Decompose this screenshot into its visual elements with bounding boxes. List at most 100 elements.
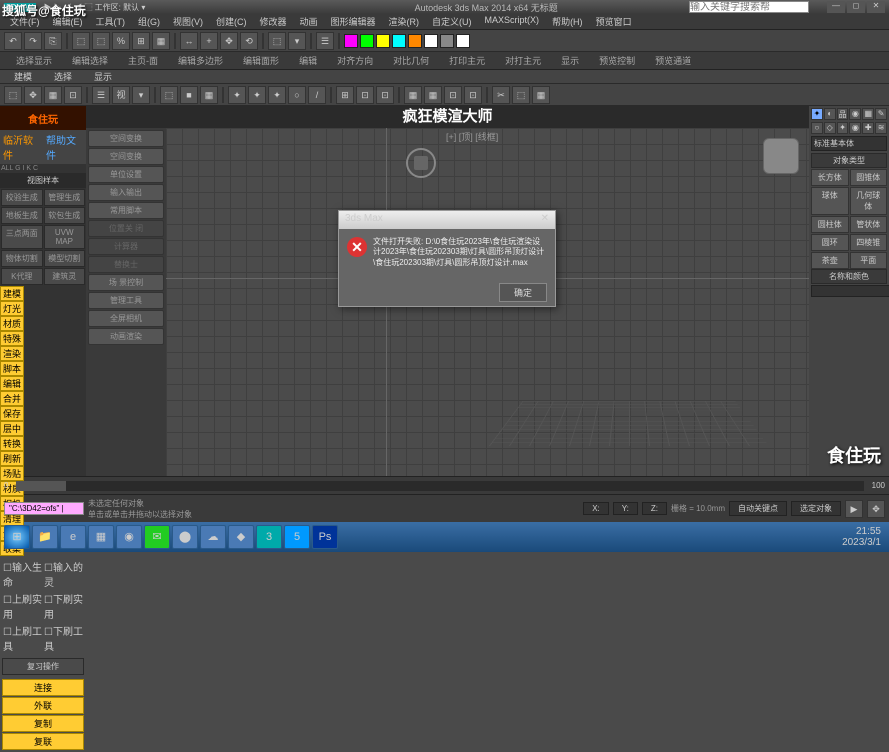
explorer-icon[interactable]: 📁 [32,525,58,549]
toolbar2-button[interactable]: ▦ [424,86,442,104]
ribbon-tab[interactable]: 主页-面 [120,52,166,69]
ribbon-tab[interactable]: 对齐方向 [329,52,381,69]
helper-icon[interactable]: ✚ [862,122,874,134]
ribbon-subtab[interactable]: 建模 [4,69,42,84]
minimize-button[interactable]: — [827,1,845,13]
ribbon-subtab[interactable]: 显示 [84,69,122,84]
check-option[interactable]: ☐下刷工具 [44,623,83,653]
ribbon-tab[interactable]: 打印主元 [441,52,493,69]
category-label[interactable]: 保存 [0,406,24,421]
menu-item[interactable]: 预览窗口 [590,14,638,29]
create-tab-icon[interactable]: ✦ [811,108,823,120]
viewport-gizmo-icon[interactable] [406,148,436,178]
mid-button[interactable]: 常用脚本 [88,202,164,219]
hierarchy-tab-icon[interactable]: 品 [837,108,849,120]
toolbar2-button[interactable]: ▦ [44,86,62,104]
toolbar2-button[interactable]: ⊞ [336,86,354,104]
app4-icon[interactable]: ◆ [228,525,254,549]
menu-item[interactable]: 自定义(U) [426,14,478,29]
mid-button[interactable]: 替换士 [88,256,164,273]
plugin-tab-2[interactable]: 帮助文件 [43,130,86,164]
help-search-input[interactable] [689,1,809,13]
start-button-icon[interactable]: ⊞ [4,525,30,549]
category-label[interactable]: 建模 [0,286,24,301]
color-swatch[interactable] [344,34,358,48]
primitive-dropdown[interactable]: 标准基本体 [811,136,887,151]
coord-y[interactable]: Y: [613,502,638,515]
mid-button[interactable]: 全屏相机 [88,310,164,327]
maxscript-listener[interactable]: "C:\3D42=ofs" | [4,502,84,515]
check-option[interactable]: ☐下刷实用 [44,591,83,621]
wechat-icon[interactable]: ✉ [144,525,170,549]
setkey-button[interactable]: 选定对象 [791,501,841,516]
plugin-grid-button[interactable]: 地板生成 [1,207,43,224]
color-swatch[interactable] [360,34,374,48]
viewport-label[interactable]: [+] [顶] [线框] [446,130,498,143]
mid-button[interactable]: 计算器 [88,238,164,255]
bottom-action-button[interactable]: 复制 [2,715,84,732]
cam-icon[interactable]: ◉ [849,122,861,134]
menu-item[interactable]: 工具(T) [90,14,132,29]
app-icon[interactable]: ▦ [88,525,114,549]
category-label[interactable]: 刷新 [0,451,24,466]
ie-icon[interactable]: e [60,525,86,549]
toolbar2-button[interactable]: ⬚ [4,86,22,104]
dialog-ok-button[interactable]: 确定 [499,283,547,302]
mid-button[interactable]: 输入输出 [88,184,164,201]
category-label[interactable]: 编辑 [0,376,24,391]
plugin-grid-button[interactable]: 物体切割 [1,250,43,267]
mid-button[interactable]: 管理工具 [88,292,164,309]
close-button[interactable]: ✕ [867,1,885,13]
mid-button[interactable]: 位置关 闭 [88,220,164,237]
nav-icon[interactable]: ✥ [867,500,885,518]
shape-icon[interactable]: ◇ [824,122,836,134]
ribbon-subtab[interactable]: 选择 [44,69,82,84]
toolbar-button[interactable]: ↷ [24,32,42,50]
toolbar-button[interactable]: + [200,32,218,50]
toolbar2-button[interactable]: ✥ [24,86,42,104]
toolbar-button[interactable]: ⬚ [72,32,90,50]
ribbon-tab[interactable]: 选择显示 [8,52,60,69]
autokey-button[interactable]: 自动关键点 [729,501,787,516]
menu-item[interactable]: 动画 [294,14,324,29]
ribbon-tab[interactable]: 编辑多边形 [170,52,231,69]
category-label[interactable]: 材质 [0,316,24,331]
primitive-button[interactable]: 茶壶 [811,252,849,269]
check-option[interactable]: ☐上刷实用 [3,591,42,621]
dialog-titlebar[interactable]: 3ds Max ✕ [339,211,555,229]
category-label[interactable]: 灯光 [0,301,24,316]
toolbar-button[interactable]: ⬚ [268,32,286,50]
ribbon-tab[interactable]: 对比几何 [385,52,437,69]
toolbar2-button[interactable]: ■ [180,86,198,104]
toolbar2-button[interactable]: ▦ [404,86,422,104]
plugin-grid-button[interactable]: UVW MAP [44,225,86,249]
toolbar-button[interactable]: ✥ [220,32,238,50]
geom-icon[interactable]: ○ [811,122,823,134]
bottom-action-button[interactable]: 外联 [2,697,84,714]
bottom-action-button[interactable]: 复联 [2,733,84,750]
toolbar2-button[interactable]: ⊡ [464,86,482,104]
mid-button[interactable]: 场 景控制 [88,274,164,291]
toolbar-button[interactable]: ↔ [180,32,198,50]
mid-button[interactable]: 空间变换 [88,130,164,147]
motion-tab-icon[interactable]: ◉ [849,108,861,120]
maximize-button[interactable]: ◻ [847,1,865,13]
toolbar2-button[interactable]: ⬚ [160,86,178,104]
ribbon-tab[interactable]: 编辑 [291,52,325,69]
category-label[interactable]: 特殊 [0,331,24,346]
toolbar-button[interactable]: ⬚ [92,32,110,50]
color-swatch[interactable] [456,34,470,48]
toolbar-button[interactable]: % [112,32,130,50]
plugin-grid-button[interactable]: 三点两面 [1,225,43,249]
play-icon[interactable]: ▶ [845,500,863,518]
category-label[interactable]: 脚本 [0,361,24,376]
toolbar2-button[interactable]: ✦ [228,86,246,104]
ribbon-tab[interactable]: 对打主元 [497,52,549,69]
bottom-action-button[interactable]: 连接 [2,679,84,696]
toolbar2-button[interactable]: ✦ [248,86,266,104]
toolbar-button[interactable]: ⊞ [132,32,150,50]
category-label[interactable]: 转换 [0,436,24,451]
plugin-grid-button[interactable]: 软包生成 [44,207,86,224]
toolbar2-button[interactable]: / [308,86,326,104]
toolbar2-button[interactable]: ▾ [132,86,150,104]
